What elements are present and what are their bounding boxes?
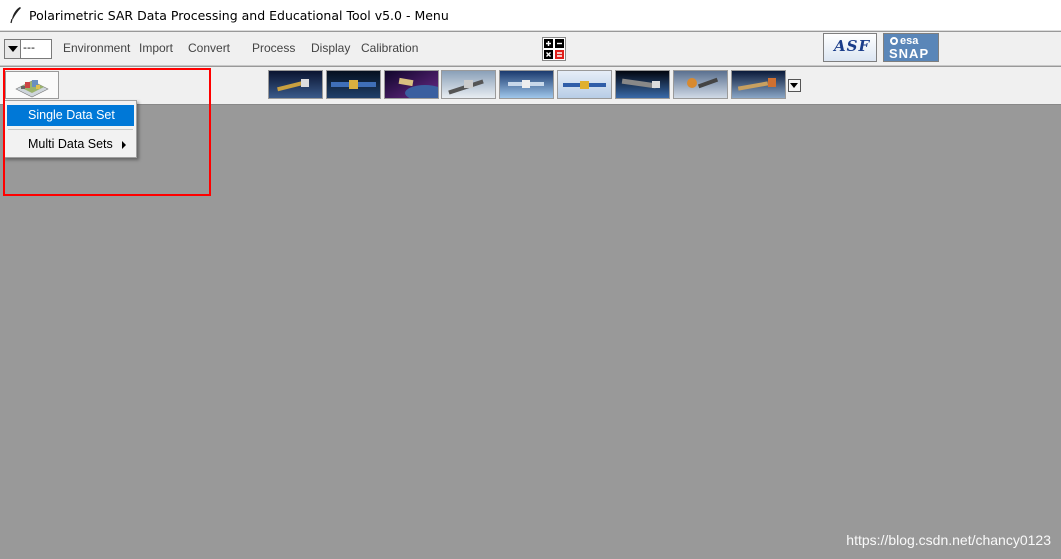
asf-logo-button[interactable]: ASF: [823, 33, 877, 62]
combo-value: ---: [23, 41, 35, 54]
satellite-button-3[interactable]: [384, 70, 439, 99]
satellite-6-icon: [558, 71, 611, 98]
satellite-3-icon: [385, 71, 438, 98]
satellite-5-icon: [500, 71, 553, 98]
satellite-8-icon: [674, 71, 727, 98]
data-set-button[interactable]: [5, 71, 59, 99]
menu-multi-data-sets-label: Multi Data Sets: [28, 137, 113, 151]
satellite-2-icon: [327, 71, 380, 98]
satellite-button-8[interactable]: [673, 70, 728, 99]
menu-convert[interactable]: Convert: [188, 41, 230, 55]
window-title: Polarimetric SAR Data Processing and Edu…: [29, 8, 449, 23]
menu-multi-data-sets[interactable]: Multi Data Sets: [7, 134, 134, 155]
satellite-button-4[interactable]: [441, 70, 496, 99]
satellite-button-1[interactable]: [268, 70, 323, 99]
watermark: https://blog.csdn.net/chancy0123: [846, 532, 1051, 548]
title-bar: Polarimetric SAR Data Processing and Edu…: [0, 0, 1061, 31]
esa-snap-logo-button[interactable]: esa SNAP: [883, 33, 939, 62]
data-set-icon: [15, 80, 49, 98]
feather-pen-icon: [10, 7, 21, 24]
satellite-7-icon: [616, 71, 669, 98]
menu-bar: --- Environment Import Convert Process D…: [0, 32, 1061, 66]
calculator-icon: [544, 39, 564, 59]
satellite-button-7[interactable]: [615, 70, 670, 99]
menu-single-data-set[interactable]: Single Data Set: [7, 105, 134, 126]
satellite-1-icon: [269, 71, 322, 98]
satellite-9-icon: [732, 71, 785, 98]
satellite-4-icon: [442, 71, 495, 98]
calculator-button[interactable]: [542, 37, 566, 61]
menu-process[interactable]: Process: [252, 41, 295, 55]
satellite-button-5[interactable]: [499, 70, 554, 99]
snap-logo: SNAP: [889, 46, 930, 61]
menu-separator: [8, 129, 133, 130]
satellite-button-6[interactable]: [557, 70, 612, 99]
menu-import[interactable]: Import: [139, 41, 173, 55]
menu-display[interactable]: Display: [311, 41, 350, 55]
menu-environment[interactable]: Environment: [63, 41, 130, 55]
menu-single-data-set-label: Single Data Set: [28, 108, 115, 122]
tool-bar: [0, 67, 1061, 105]
asf-logo: ASF: [834, 37, 871, 55]
data-set-popup-menu: Single Data Set Multi Data Sets: [3, 100, 137, 158]
chevron-right-icon: [122, 141, 126, 149]
chevron-down-icon[interactable]: [788, 79, 801, 92]
satellite-button-2[interactable]: [326, 70, 381, 99]
chevron-down-icon[interactable]: [5, 40, 21, 58]
environment-combo[interactable]: ---: [4, 39, 52, 59]
satellite-button-9[interactable]: [731, 70, 786, 99]
esa-logo-icon: [890, 37, 898, 45]
menu-calibration[interactable]: Calibration: [361, 41, 418, 55]
